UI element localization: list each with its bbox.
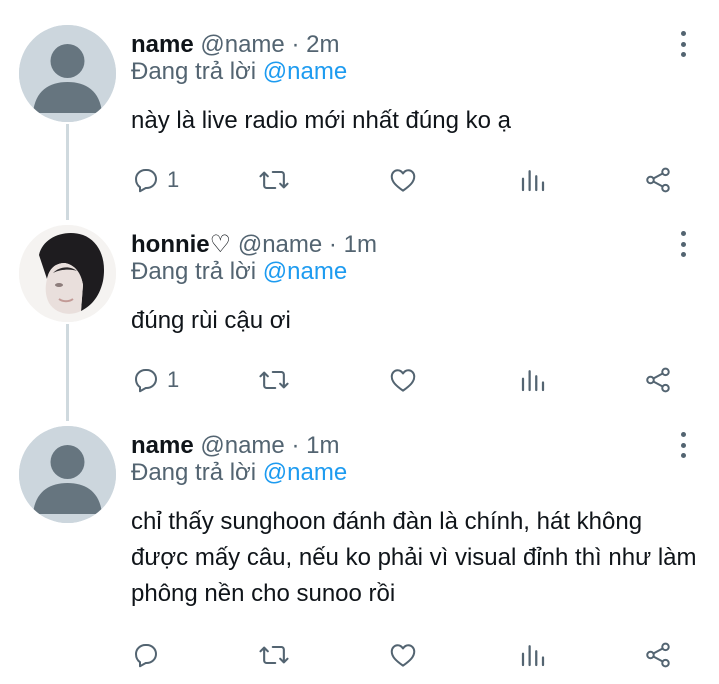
share-icon [646, 167, 670, 193]
separator: · [328, 231, 337, 258]
like-icon [390, 369, 416, 392]
share-icon [646, 642, 670, 668]
like-button[interactable] [388, 640, 418, 670]
share-button[interactable] [643, 640, 673, 670]
author-name[interactable]: name [131, 432, 194, 459]
share-icon [646, 367, 670, 393]
retweet-icon [259, 645, 289, 665]
tweet[interactable]: name @name · 2m Đang trả lời @name này l… [0, 25, 719, 205]
retweet-button[interactable] [258, 365, 290, 395]
views-button[interactable] [518, 165, 548, 195]
retweet-button[interactable] [258, 165, 290, 195]
tweet-text: này là live radio mới nhất đúng ko ạ [131, 107, 511, 134]
avatar[interactable] [19, 225, 116, 322]
action-bar [131, 640, 699, 670]
more-icon[interactable] [673, 31, 693, 57]
action-bar: 1 [131, 365, 699, 395]
reply-prefix: Đang trả lời [131, 459, 257, 486]
views-icon [521, 645, 545, 667]
reply-icon [135, 644, 157, 668]
share-button[interactable] [643, 365, 673, 395]
tweet-text: chỉ thấy sunghoon đánh đàn là chính, hát… [131, 508, 697, 607]
reply-prefix: Đang trả lời [131, 58, 257, 85]
like-icon [390, 169, 416, 192]
reply-button[interactable] [131, 640, 167, 670]
avatar[interactable] [19, 25, 116, 122]
retweet-button[interactable] [258, 640, 290, 670]
author-name[interactable]: name [131, 31, 194, 58]
more-icon[interactable] [673, 231, 693, 257]
reply-context: Đang trả lời @name [131, 257, 699, 287]
timestamp[interactable]: 1m [344, 231, 377, 258]
mention-link[interactable]: @name [263, 258, 347, 285]
share-button[interactable] [643, 165, 673, 195]
timestamp[interactable]: 2m [306, 31, 339, 58]
like-button[interactable] [388, 165, 418, 195]
views-button[interactable] [518, 365, 548, 395]
reply-button[interactable]: 1 [131, 365, 179, 395]
views-icon [521, 170, 545, 192]
author-handle[interactable]: @name [200, 432, 284, 459]
reply-prefix: Đang trả lời [131, 258, 257, 285]
author-name[interactable]: honnie♡ [131, 231, 231, 258]
timestamp[interactable]: 1m [306, 432, 339, 459]
retweet-icon [259, 370, 289, 390]
mention-link[interactable]: @name [263, 58, 347, 85]
action-bar: 1 [131, 165, 699, 195]
author-handle[interactable]: @name [238, 231, 322, 258]
views-button[interactable] [518, 640, 548, 670]
mention-link[interactable]: @name [263, 459, 347, 486]
reply-context: Đang trả lời @name [131, 458, 699, 488]
reply-context: Đang trả lời @name [131, 57, 699, 87]
reply-icon [135, 169, 157, 193]
author-handle[interactable]: @name [200, 31, 284, 58]
more-icon[interactable] [673, 432, 693, 458]
reply-count: 1 [167, 367, 180, 392]
reply-icon [135, 369, 157, 393]
reply-button[interactable]: 1 [131, 165, 179, 195]
reply-count: 1 [167, 167, 180, 192]
separator: · [291, 31, 300, 58]
retweet-icon [259, 170, 289, 190]
avatar[interactable] [19, 426, 116, 523]
like-button[interactable] [388, 365, 418, 395]
like-icon [390, 644, 416, 667]
separator: · [291, 432, 300, 459]
tweet[interactable]: honnie♡ @name · 1m Đang trả lời @name đú… [0, 225, 719, 405]
views-icon [521, 370, 545, 392]
tweet[interactable]: name @name · 1m Đang trả lời @name chỉ t… [0, 426, 719, 676]
tweet-text: đúng rùi cậu ơi [131, 307, 291, 334]
